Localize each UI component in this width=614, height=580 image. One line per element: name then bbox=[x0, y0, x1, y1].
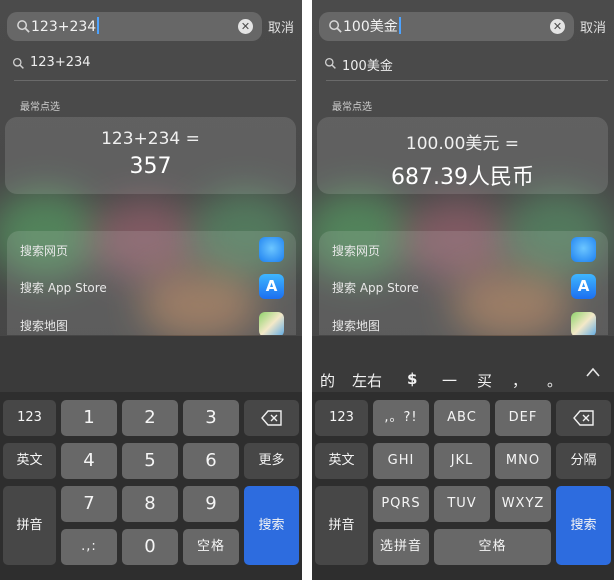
search-actions-card: 搜索网页 搜索 App Store A 搜索地图 bbox=[319, 231, 608, 335]
section-title: 最常点选 bbox=[20, 102, 60, 113]
space-key[interactable]: 空格 bbox=[183, 529, 239, 565]
suggestion-text: 123+234 bbox=[30, 55, 91, 70]
key-8[interactable]: 8 bbox=[122, 486, 178, 522]
key-1[interactable]: 1 bbox=[61, 400, 117, 436]
app-store-icon[interactable]: A bbox=[259, 274, 284, 299]
space-key[interactable]: 空格 bbox=[434, 529, 551, 565]
key-7[interactable]: 7 bbox=[61, 486, 117, 522]
search-icon bbox=[329, 20, 342, 33]
maps-icon[interactable] bbox=[571, 312, 596, 335]
action-search-maps[interactable]: 搜索地图 bbox=[332, 317, 380, 334]
key-3[interactable]: 3 bbox=[183, 400, 239, 436]
suggestion-text: 100美金 bbox=[342, 59, 393, 74]
cancel-button[interactable]: 取消 bbox=[580, 17, 606, 36]
key-tuv[interactable]: TUV bbox=[434, 486, 490, 522]
key-english[interactable]: 英文 bbox=[3, 443, 56, 479]
backspace-key[interactable] bbox=[244, 400, 299, 436]
backspace-key[interactable] bbox=[556, 400, 611, 436]
action-search-web[interactable]: 搜索网页 bbox=[332, 242, 380, 259]
keyboard: 123 ,。?! ABC DEF 英文 GHI JKL MNO 分隔 拼音 PQ… bbox=[312, 392, 614, 580]
search-suggestion[interactable]: 100美金 bbox=[319, 50, 609, 78]
key-pinyin[interactable]: 拼音 bbox=[3, 486, 56, 565]
backspace-icon bbox=[572, 410, 594, 426]
key-5[interactable]: 5 bbox=[122, 443, 178, 479]
clear-icon[interactable]: ✕ bbox=[550, 19, 565, 34]
key-punctuation[interactable]: ,。?! bbox=[373, 400, 429, 436]
key-6[interactable]: 6 bbox=[183, 443, 239, 479]
cancel-button[interactable]: 取消 bbox=[268, 17, 294, 36]
right-phone-screen: 100美金 ✕ 取消 100美金 最常点选 100.00美元 = 687.39人… bbox=[312, 0, 614, 580]
divider bbox=[326, 80, 608, 81]
section-title: 最常点选 bbox=[332, 102, 372, 113]
search-icon bbox=[12, 57, 24, 69]
maps-icon[interactable] bbox=[259, 312, 284, 335]
search-key[interactable]: 搜索 bbox=[556, 486, 611, 565]
clear-icon[interactable]: ✕ bbox=[238, 19, 253, 34]
currency-conversion-card[interactable]: 100.00美元 = 687.39人民币 bbox=[317, 117, 608, 194]
key-ghi[interactable]: GHI bbox=[373, 443, 429, 479]
candidate-word[interactable]: 一 bbox=[442, 370, 457, 391]
key-wxyz[interactable]: WXYZ bbox=[495, 486, 551, 522]
keyboard: 123 1 2 3 英文 4 5 6 更多 拼音 7 8 9 搜索 .,: 0 … bbox=[0, 392, 302, 580]
candidate-word[interactable]: 买 bbox=[477, 370, 492, 391]
text-caret bbox=[398, 17, 401, 34]
key-4[interactable]: 4 bbox=[61, 443, 117, 479]
search-suggestion[interactable]: 123+234 bbox=[7, 50, 297, 78]
key-jkl[interactable]: JKL bbox=[434, 443, 490, 479]
action-search-maps[interactable]: 搜索地图 bbox=[20, 317, 68, 334]
key-9[interactable]: 9 bbox=[183, 486, 239, 522]
search-key[interactable]: 搜索 bbox=[244, 486, 299, 565]
key-2[interactable]: 2 bbox=[122, 400, 178, 436]
key-0[interactable]: 0 bbox=[122, 529, 178, 565]
search-field[interactable]: 100美金 ✕ bbox=[319, 12, 574, 41]
left-phone-screen: 123+234 ✕ 取消 123+234 最常点选 123+234 = 357 … bbox=[0, 0, 302, 580]
safari-icon[interactable] bbox=[259, 237, 284, 262]
candidate-word[interactable]: 的 bbox=[320, 370, 335, 391]
candidate-word[interactable]: $ bbox=[407, 370, 417, 388]
calc-result: 357 bbox=[129, 154, 172, 179]
action-search-web[interactable]: 搜索网页 bbox=[20, 242, 68, 259]
candidate-bar bbox=[0, 336, 302, 392]
search-icon bbox=[324, 57, 336, 69]
divider bbox=[14, 80, 296, 81]
action-search-app-store[interactable]: 搜索 App Store bbox=[332, 279, 419, 296]
key-def[interactable]: DEF bbox=[495, 400, 551, 436]
candidate-word[interactable]: 左右 bbox=[352, 370, 382, 391]
key-pqrs[interactable]: PQRS bbox=[373, 486, 429, 522]
action-search-app-store[interactable]: 搜索 App Store bbox=[20, 279, 107, 296]
candidate-word[interactable]: ， bbox=[512, 370, 527, 391]
key-separator[interactable]: 分隔 bbox=[556, 443, 611, 479]
chevron-up-icon[interactable] bbox=[586, 366, 600, 378]
app-store-icon[interactable]: A bbox=[571, 274, 596, 299]
candidate-word[interactable]: 。 bbox=[547, 370, 562, 391]
key-123[interactable]: 123 bbox=[315, 400, 368, 436]
safari-icon[interactable] bbox=[571, 237, 596, 262]
search-input[interactable]: 100美金 bbox=[343, 17, 401, 37]
key-more[interactable]: 更多 bbox=[244, 443, 299, 479]
key-punctuation[interactable]: .,: bbox=[61, 529, 117, 565]
backspace-icon bbox=[260, 410, 282, 426]
search-input[interactable]: 123+234 bbox=[31, 17, 100, 37]
search-field[interactable]: 123+234 ✕ bbox=[7, 12, 262, 41]
key-english[interactable]: 英文 bbox=[315, 443, 368, 479]
search-actions-card: 搜索网页 搜索 App Store A 搜索地图 bbox=[7, 231, 296, 335]
key-abc[interactable]: ABC bbox=[434, 400, 490, 436]
calc-expression: 100.00美元 = bbox=[405, 134, 520, 154]
search-icon bbox=[17, 20, 30, 33]
calc-result: 687.39人民币 bbox=[391, 165, 534, 190]
key-pinyin[interactable]: 拼音 bbox=[315, 486, 368, 565]
key-mno[interactable]: MNO bbox=[495, 443, 551, 479]
key-123[interactable]: 123 bbox=[3, 400, 56, 436]
key-select-pinyin[interactable]: 选拼音 bbox=[373, 529, 429, 565]
calculator-result-card[interactable]: 123+234 = 357 bbox=[5, 117, 296, 194]
calc-expression: 123+234 = bbox=[101, 129, 200, 149]
text-caret bbox=[97, 17, 100, 34]
